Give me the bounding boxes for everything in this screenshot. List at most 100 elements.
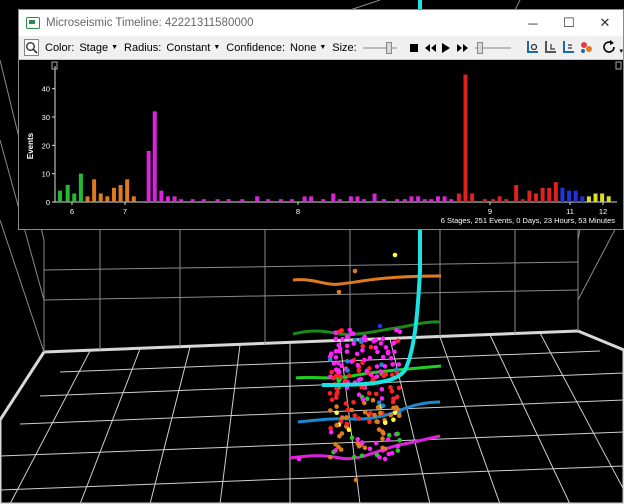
event-dot: [336, 343, 342, 348]
event-dot: [328, 408, 333, 413]
playback-slider[interactable]: [475, 41, 512, 54]
size-label: Size:: [332, 41, 357, 54]
histogram-bar: [527, 190, 532, 202]
event-dot: [360, 344, 366, 349]
histogram-bar: [179, 199, 184, 202]
event-dot: [374, 391, 379, 397]
event-dot: [368, 344, 374, 350]
event-dot: [347, 327, 353, 333]
event-dot: [396, 362, 402, 367]
histogram-bar: [586, 196, 591, 202]
histogram-bar: [593, 193, 598, 202]
histogram-bar: [78, 173, 83, 202]
color-label: Color:: [45, 41, 75, 54]
histogram-bar: [348, 196, 353, 202]
event-dot: [380, 354, 386, 360]
histogram-bar: [600, 193, 605, 202]
event-dot: [350, 331, 356, 336]
event-dot: [388, 355, 394, 361]
histogram-bar: [321, 199, 326, 202]
event-dot: [374, 364, 380, 369]
histogram-bar: [240, 199, 245, 202]
event-dot: [382, 364, 388, 369]
event-dot: [329, 397, 335, 403]
histogram-bar: [362, 199, 367, 202]
histogram-bar: [131, 196, 136, 202]
histogram-bar: [190, 199, 195, 202]
play-icon[interactable]: [440, 39, 453, 56]
histogram-bar: [278, 199, 283, 202]
events-histogram[interactable]: 0 10 20 30 40 6 7 8 9 11 12 Events: [19, 60, 623, 230]
event-dot: [378, 369, 384, 374]
zoom-window-icon[interactable]: [24, 39, 39, 56]
histogram-bar: [442, 196, 447, 202]
histogram-bar: [98, 193, 103, 202]
event-dot: [355, 362, 361, 368]
event-dot: [367, 446, 373, 452]
chevron-down-icon: ▼: [319, 44, 327, 51]
event-dot: [349, 435, 355, 441]
scroll-marker-right-icon[interactable]: [615, 61, 622, 70]
y-tick-label: 40: [42, 85, 50, 94]
reset-icon[interactable]: [602, 39, 617, 56]
fast-forward-icon[interactable]: [456, 39, 469, 56]
event-dot: [375, 405, 381, 410]
event-dot: [360, 397, 366, 402]
chevron-down-icon: ▼: [213, 44, 221, 51]
event-dot: [340, 415, 345, 420]
event-dot: [334, 392, 339, 397]
histogram-bar: [92, 179, 97, 202]
event-dot: [379, 387, 385, 392]
event-dot: [376, 427, 382, 432]
histogram-bar: [540, 187, 545, 202]
event-dot: [356, 368, 362, 373]
histogram-bar: [331, 193, 336, 202]
histogram-bar: [302, 196, 307, 202]
event-dot: [345, 407, 351, 413]
well-view-1-icon[interactable]: [525, 39, 540, 56]
well-view-3-icon[interactable]: [561, 39, 576, 56]
y-tick-label: 20: [42, 141, 50, 150]
event-dot: [381, 373, 386, 378]
size-slider-thumb[interactable]: [385, 41, 392, 54]
event-dot: [374, 419, 379, 424]
stop-icon[interactable]: [407, 39, 420, 56]
event-dot: [380, 436, 385, 441]
color-dropdown[interactable]: Stage ▼: [79, 42, 118, 54]
x-tick-label: 7: [123, 207, 127, 216]
event-dot: [355, 437, 361, 442]
histogram-bar: [416, 196, 421, 202]
confidence-value: None: [290, 41, 317, 54]
size-slider[interactable]: [362, 41, 398, 54]
radius-value: Constant: [166, 41, 211, 54]
maximize-button[interactable]: ☐: [551, 10, 587, 36]
histogram-bar: [65, 185, 70, 202]
rewind-icon[interactable]: [424, 39, 437, 56]
events-color-icon[interactable]: [579, 39, 594, 56]
event-dot: [381, 431, 386, 436]
event-dot: [334, 422, 340, 428]
playback-slider-thumb[interactable]: [477, 41, 484, 54]
histogram-bar: [573, 190, 578, 202]
title-bar[interactable]: Microseismic Timeline: 42221311580000 ─ …: [19, 10, 623, 36]
event-dot: [359, 440, 365, 445]
event-dot: [333, 336, 339, 342]
event-dot: [368, 411, 373, 416]
event-dot: [337, 433, 342, 439]
event-dot: [396, 385, 402, 391]
event-dot: [362, 445, 368, 451]
event-dot: [382, 456, 388, 462]
minimize-button[interactable]: ─: [515, 10, 551, 36]
x-tick-label: 6: [70, 207, 74, 216]
event-dot: [390, 399, 396, 405]
chevron-down-icon[interactable]: ▾: [619, 47, 623, 55]
histogram-bar: [514, 185, 519, 202]
histogram-bar: [491, 199, 496, 202]
event-dot: [334, 410, 340, 416]
well-view-2-icon[interactable]: [543, 39, 558, 56]
close-button[interactable]: ✕: [587, 10, 623, 36]
event-dot: [388, 412, 394, 418]
event-dot: [394, 405, 399, 410]
confidence-dropdown[interactable]: None ▼: [290, 42, 326, 54]
radius-dropdown[interactable]: Constant ▼: [166, 42, 220, 54]
